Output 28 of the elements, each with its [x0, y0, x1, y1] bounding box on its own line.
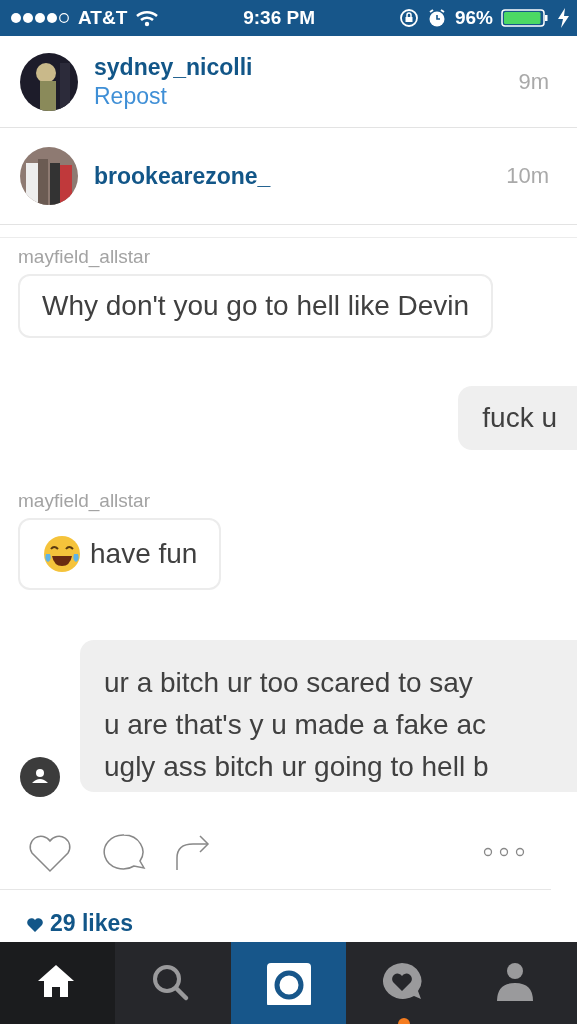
heart-bubble-tab[interactable]	[346, 942, 462, 1024]
wifi-icon	[135, 9, 160, 27]
sender-name: mayfield_allstar	[18, 246, 151, 268]
message-bubble: ur a bitch ur too scared to say u are that's y u made a fake ac ugly ass bitch ur going to hell b	[80, 640, 577, 792]
home-tab[interactable]	[0, 942, 116, 1024]
clock-time: 9:36 PM	[243, 7, 315, 29]
more-options-icon[interactable]	[483, 846, 525, 858]
camera-icon	[264, 961, 313, 1005]
sender-name: mayfield_allstar	[18, 490, 151, 512]
username-link[interactable]: sydney_nicolli	[94, 53, 519, 81]
profile-tab[interactable]	[461, 942, 577, 1024]
rotation-lock-icon	[398, 8, 419, 28]
comment-icon[interactable]	[102, 832, 146, 872]
share-icon[interactable]	[174, 832, 212, 872]
camera-tab[interactable]	[230, 942, 347, 1024]
battery-percent: 96%	[454, 7, 493, 29]
username-link[interactable]: brookearezone_	[94, 162, 507, 190]
charging-icon	[557, 8, 569, 28]
likes-count[interactable]: 29 likes	[50, 910, 134, 937]
search-tab[interactable]	[115, 942, 231, 1024]
post-time: 10m	[506, 163, 549, 189]
message-bubble: Why don't you go to hell like Devin	[18, 274, 494, 338]
message-bubble: have fun	[18, 518, 222, 590]
message-bubble: fuck u	[458, 386, 577, 450]
carrier-name: AT&T	[78, 7, 128, 29]
signal-icon	[10, 10, 70, 26]
battery-icon	[501, 9, 549, 27]
post-time: 9m	[518, 68, 549, 95]
